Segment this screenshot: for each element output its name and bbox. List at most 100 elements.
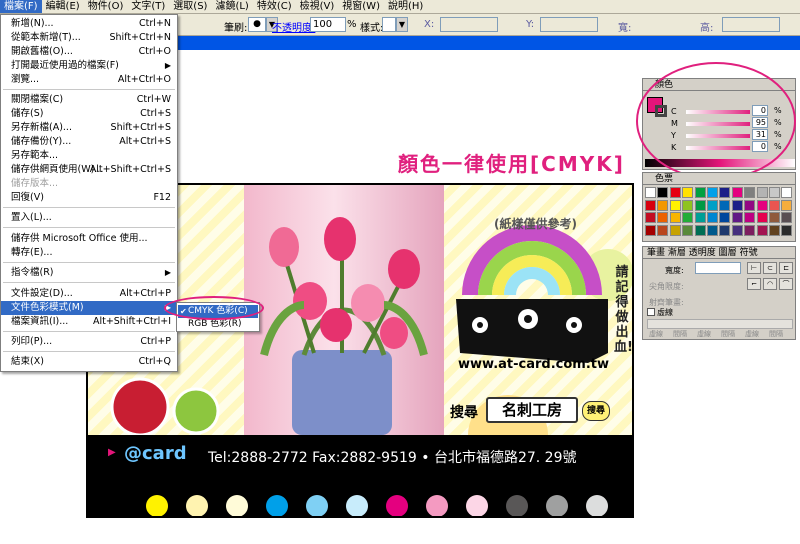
dashed-checkbox[interactable] — [647, 308, 655, 316]
menu-item-save-copy[interactable]: 儲存備份(Y)... Alt+Ctrl+S — [1, 135, 177, 149]
menu-item-save[interactable]: 儲存(S) Ctrl+S — [1, 107, 177, 121]
color-swatch[interactable] — [781, 199, 793, 211]
color-swatch[interactable] — [769, 224, 780, 236]
menu-window[interactable]: 視窗(W) — [338, 0, 384, 13]
color-swatch[interactable] — [645, 212, 656, 223]
menu-item-scripts[interactable]: 指令檔(R) ▶ — [1, 266, 177, 280]
menu-type[interactable]: 文字(T) — [127, 0, 169, 13]
color-swatch[interactable] — [731, 224, 743, 236]
menu-item-document-setup[interactable]: 文件設定(D)... Alt+Ctrl+P — [1, 287, 177, 301]
menu-item-revert[interactable]: 回復(V) F12 — [1, 191, 177, 205]
color-swatch[interactable] — [731, 212, 743, 223]
color-swatch[interactable] — [769, 187, 780, 198]
menu-item-new[interactable]: 新增(N)... Ctrl+N — [1, 17, 177, 31]
color-swatch[interactable] — [669, 187, 681, 198]
x-input[interactable] — [440, 17, 498, 32]
cap-butt-icon[interactable]: ⊢ — [747, 262, 761, 274]
color-swatch[interactable] — [719, 199, 731, 211]
dash-fields[interactable] — [647, 319, 793, 329]
menu-object[interactable]: 物件(O) — [84, 0, 128, 13]
color-swatch[interactable] — [669, 199, 681, 211]
y-input[interactable] — [540, 17, 598, 32]
style-swatch[interactable] — [382, 17, 396, 32]
menu-item-open[interactable]: 開啟舊檔(O)... Ctrl+O — [1, 45, 177, 59]
tab-stroke[interactable]: 筆畫 — [647, 248, 665, 258]
style-dropdown-icon[interactable]: ▼ — [396, 17, 408, 32]
cap-round-icon[interactable]: ⊂ — [763, 262, 777, 274]
menu-item-close[interactable]: 關閉檔案(C) Ctrl+W — [1, 93, 177, 107]
color-swatch[interactable] — [694, 199, 706, 211]
menu-effect[interactable]: 特效(C) — [253, 0, 296, 13]
color-swatch[interactable] — [769, 199, 780, 211]
color-swatch[interactable] — [694, 187, 706, 198]
color-swatch[interactable] — [657, 199, 669, 211]
color-swatch[interactable] — [756, 212, 768, 223]
menu-item-save-template[interactable]: 另存範本... — [1, 149, 177, 163]
swatches-panel-tab[interactable]: 色票 — [643, 173, 795, 185]
opacity-input[interactable]: 100 — [310, 17, 346, 32]
color-swatch[interactable] — [719, 212, 731, 223]
menu-item-save-as[interactable]: 另存新檔(A)... Shift+Ctrl+S — [1, 121, 177, 135]
menu-item-place[interactable]: 置入(L)... — [1, 211, 177, 225]
color-swatch[interactable] — [756, 199, 768, 211]
color-swatch[interactable] — [707, 199, 718, 211]
tab-gradient[interactable]: 漸層 — [668, 248, 686, 258]
menu-filter[interactable]: 濾鏡(L) — [211, 0, 252, 13]
menu-item-print[interactable]: 列印(P)... Ctrl+P — [1, 335, 177, 349]
tab-transparency[interactable]: 透明度 — [689, 248, 716, 258]
color-swatch[interactable] — [756, 224, 768, 236]
menu-item-export[interactable]: 轉存(E)... — [1, 246, 177, 260]
menu-item-exit[interactable]: 結束(X) Ctrl+Q — [1, 355, 177, 369]
color-swatch[interactable] — [744, 224, 756, 236]
color-swatch[interactable] — [707, 212, 718, 223]
menu-item-file-info[interactable]: 檔案資訊(I)... Alt+Shift+Ctrl+I — [1, 315, 177, 329]
color-swatch[interactable] — [707, 224, 718, 236]
join-miter-icon[interactable]: ⌐ — [747, 278, 761, 290]
height-input[interactable] — [722, 17, 780, 32]
color-swatch[interactable] — [781, 224, 793, 236]
color-swatch[interactable] — [744, 199, 756, 211]
color-swatch[interactable] — [694, 212, 706, 223]
opacity-label[interactable]: 不透明度: — [272, 19, 315, 34]
color-swatch[interactable] — [744, 187, 756, 198]
weight-input[interactable] — [695, 262, 741, 274]
color-swatch[interactable] — [682, 212, 694, 223]
tab-symbols[interactable]: 符號 — [740, 248, 758, 258]
menu-item-open-recent[interactable]: 打開最近使用過的檔案(F) ▶ — [1, 59, 177, 73]
cap-square-icon[interactable]: ⊏ — [779, 262, 793, 274]
brush-dot-icon[interactable]: ● — [248, 17, 266, 32]
color-swatch[interactable] — [707, 187, 718, 198]
menu-help[interactable]: 說明(H) — [384, 0, 427, 13]
menu-item-document-color-mode[interactable]: 文件色彩模式(M) ▶ — [1, 301, 177, 315]
color-swatch[interactable] — [719, 224, 731, 236]
menu-item-new-from-template[interactable]: 從範本新增(T)... Shift+Ctrl+N — [1, 31, 177, 45]
color-swatch[interactable] — [657, 224, 669, 236]
color-swatch[interactable] — [744, 212, 756, 223]
tab-layers[interactable]: 圖層 — [719, 248, 737, 258]
color-swatch[interactable] — [645, 199, 656, 211]
color-swatch[interactable] — [781, 187, 793, 198]
menu-file[interactable]: 檔案(F) — [0, 0, 42, 13]
menu-view[interactable]: 檢視(V) — [296, 0, 339, 13]
color-swatch[interactable] — [669, 224, 681, 236]
menu-edit[interactable]: 編輯(E) — [42, 0, 84, 13]
color-swatch[interactable] — [694, 224, 706, 236]
color-swatch[interactable] — [756, 187, 768, 198]
color-swatch[interactable] — [682, 187, 694, 198]
color-swatch[interactable] — [769, 212, 780, 223]
join-round-icon[interactable]: ◠ — [763, 278, 777, 290]
color-swatch[interactable] — [731, 187, 743, 198]
color-swatch[interactable] — [731, 199, 743, 211]
color-swatch[interactable] — [645, 187, 656, 198]
color-swatch[interactable] — [682, 199, 694, 211]
color-swatch[interactable] — [719, 187, 731, 198]
color-swatch[interactable] — [657, 212, 669, 223]
join-bevel-icon[interactable]: ⌒ — [779, 278, 793, 290]
color-swatch[interactable] — [645, 224, 656, 236]
color-swatch[interactable] — [682, 224, 694, 236]
color-swatch[interactable] — [781, 212, 793, 223]
menu-item-save-for-web[interactable]: 儲存供網頁使用(W)... Alt+Shift+Ctrl+S — [1, 163, 177, 177]
menu-item-browse[interactable]: 瀏覽... Alt+Ctrl+O — [1, 73, 177, 87]
color-swatch[interactable] — [657, 187, 669, 198]
color-swatch[interactable] — [669, 212, 681, 223]
